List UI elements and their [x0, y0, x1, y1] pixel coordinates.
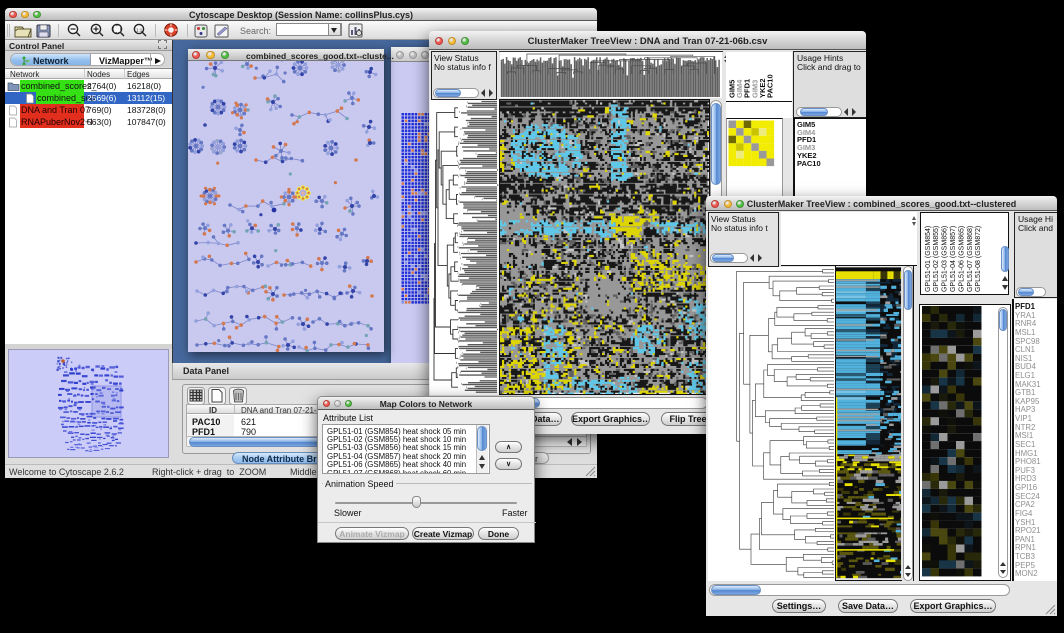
- svg-text:GPL51-04 (GSM857): GPL51-04 (GSM857): [950, 226, 957, 292]
- svg-text:GPL51-02 (GSM855): GPL51-02 (GSM855): [933, 226, 940, 292]
- svg-text:GPL51-01 (GSM854): GPL51-01 (GSM854): [925, 226, 932, 292]
- svg-text:GPL51-06 (GSM865): GPL51-06 (GSM865): [958, 226, 965, 292]
- svg-text:PAC10: PAC10: [766, 74, 775, 98]
- svg-text:1:1: 1:1: [136, 28, 143, 33]
- svg-text:GPL51-08 (GSM872): GPL51-08 (GSM872): [975, 226, 982, 292]
- svg-text:GPL51-03 (GSM856): GPL51-03 (GSM856): [942, 226, 949, 292]
- svg-text:GPL51-07 (GSM868): GPL51-07 (GSM868): [967, 226, 974, 292]
